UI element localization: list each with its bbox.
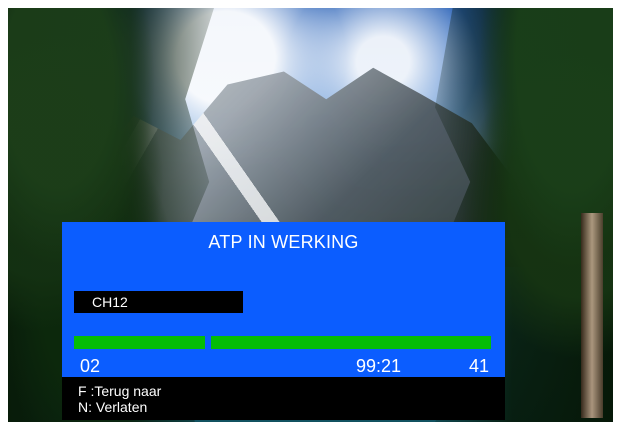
help-panel: F :Terug naar N: Verlaten bbox=[62, 377, 505, 420]
status-time-value: 99:21 bbox=[356, 356, 402, 376]
help-line-exit: N: Verlaten bbox=[78, 399, 148, 415]
channel-label: CH12 bbox=[92, 294, 128, 310]
status-left-value: 02 bbox=[80, 356, 101, 376]
tree-trunk bbox=[581, 213, 603, 418]
status-right-value: 41 bbox=[469, 356, 490, 376]
channel-indicator: CH12 bbox=[74, 291, 243, 313]
panel-title: ATP IN WERKING bbox=[208, 232, 359, 252]
progress-segment-left bbox=[74, 336, 205, 349]
progress-segment-right bbox=[211, 336, 491, 349]
help-line-back: F :Terug naar bbox=[78, 383, 162, 399]
